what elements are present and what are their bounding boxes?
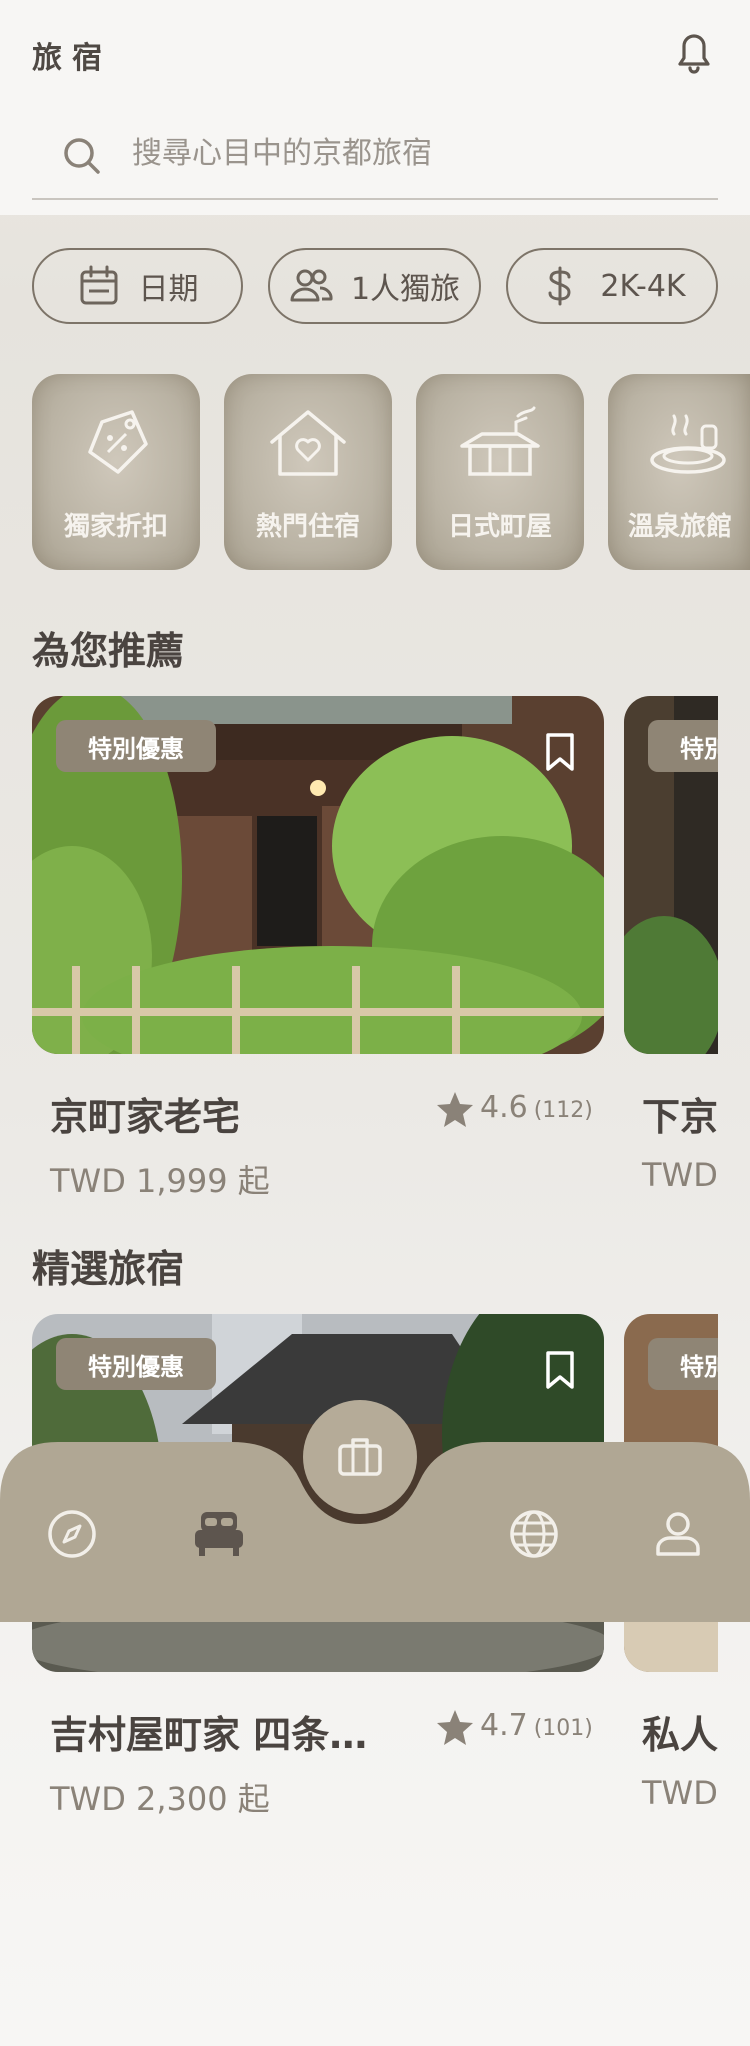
category-discount[interactable]: 獨家折扣 (32, 374, 200, 570)
users-icon (290, 269, 333, 302)
guests-filter-button[interactable]: 1人獨旅 (268, 248, 481, 324)
calendar-icon (80, 265, 117, 305)
bookmark-icon[interactable] (544, 1350, 576, 1390)
bell-icon[interactable] (672, 28, 716, 76)
stay-photo[interactable]: 特別優惠 (32, 696, 604, 1054)
special-offer-badge: 特別優惠 (56, 1338, 216, 1390)
stay-name[interactable]: 吉村屋町家 四条… (50, 1704, 367, 1759)
special-offer-badge: 特別優惠 (648, 720, 718, 772)
header: 旅宿 (0, 0, 750, 215)
heart-house-icon (270, 410, 346, 476)
special-offer-badge: 特別優惠 (648, 1338, 718, 1390)
category-label: 獨家折扣 (63, 512, 168, 542)
search-icon (64, 138, 100, 174)
stay-name[interactable]: 私人 (642, 1704, 718, 1759)
bed-icon[interactable] (193, 1508, 245, 1560)
stay-price: TWD (642, 1774, 718, 1812)
recommended-title: 為您推薦 (32, 629, 185, 673)
onsen-icon (650, 414, 726, 474)
discount-tag-icon (88, 410, 148, 474)
bookmark-icon[interactable] (544, 732, 576, 772)
price-filter-label: 2K-4K (600, 268, 686, 304)
star-icon (437, 1092, 473, 1127)
special-offer-badge: 特別優惠 (56, 720, 216, 772)
category-onsen[interactable]: 溫泉旅館 (608, 374, 750, 570)
search-bar[interactable] (32, 130, 718, 200)
compass-icon[interactable] (46, 1508, 98, 1560)
luggage-button[interactable] (303, 1400, 417, 1514)
category-machiya[interactable]: 日式町屋 (416, 374, 584, 570)
category-label: 熱門住宿 (255, 512, 360, 542)
category-label: 日式町屋 (447, 512, 552, 542)
dollar-icon (548, 266, 571, 306)
date-filter-button[interactable]: 日期 (32, 248, 243, 324)
category-popular[interactable]: 熱門住宿 (224, 374, 392, 570)
stay-price: TWD 2,300 起 (50, 1780, 270, 1818)
guests-filter-label: 1人獨旅 (350, 272, 461, 307)
star-icon (437, 1710, 473, 1745)
price-filter-button[interactable]: 2K-4K (506, 248, 718, 324)
user-icon[interactable] (652, 1508, 704, 1560)
stay-price: TWD 1,999 起 (50, 1162, 270, 1200)
featured-title: 精選旅宿 (32, 1247, 185, 1291)
rating-value: 4.7 (480, 1708, 528, 1743)
rating-count: (112) (533, 1098, 593, 1123)
app-title: 旅宿 (32, 41, 112, 76)
stay-name[interactable]: 下京 (642, 1086, 718, 1141)
rating: 4.6 (112) (436, 1090, 593, 1128)
category-label: 溫泉旅館 (628, 512, 733, 542)
stay-price: TWD (642, 1156, 718, 1194)
rating: 4.7 (101) (436, 1708, 593, 1746)
luggage-icon (338, 1438, 382, 1476)
globe-icon[interactable] (508, 1508, 560, 1560)
date-filter-label: 日期 (138, 272, 199, 307)
search-input[interactable] (132, 136, 692, 171)
rating-value: 4.6 (480, 1090, 528, 1125)
stay-name[interactable]: 京町家老宅 (50, 1086, 240, 1141)
rating-count: (101) (533, 1716, 593, 1741)
machiya-house-icon (460, 406, 540, 476)
stay-photo[interactable]: 特別優惠 (624, 696, 718, 1054)
